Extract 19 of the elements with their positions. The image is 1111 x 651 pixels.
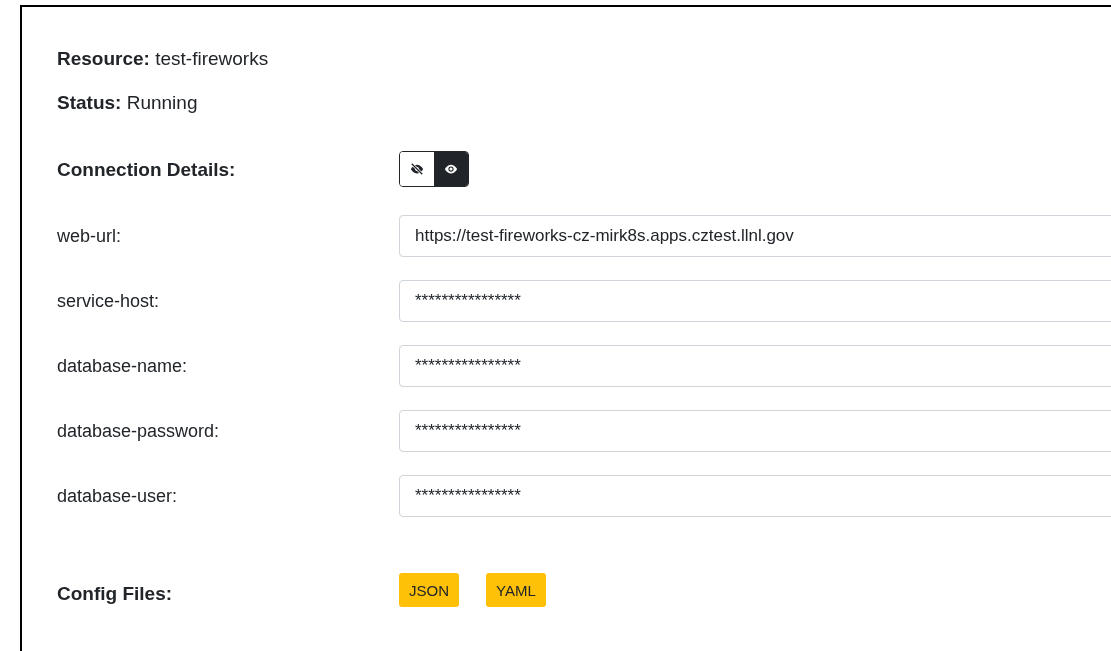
field-label: web-url: — [57, 225, 123, 247]
field-label: database-name: — [57, 355, 189, 377]
eye-icon — [444, 162, 458, 176]
show-button[interactable] — [434, 152, 468, 186]
section-heading: Config Files: — [57, 583, 174, 605]
section-heading: Connection Details: — [57, 159, 237, 181]
eye-slash-icon — [410, 162, 424, 176]
input-field[interactable]: **************** — [399, 410, 1111, 452]
resource-line: Resource: test-fireworks — [57, 47, 270, 71]
download-button[interactable]: YAML — [486, 573, 546, 607]
field-label: service-host: — [57, 290, 161, 312]
input-field[interactable]: **************** — [399, 345, 1111, 387]
field-label: database-password: — [57, 420, 221, 442]
status-line: Status: Running — [57, 91, 199, 115]
input-field[interactable]: https://test-fireworks-cz-mirk8s.apps.cztest.llnl.gov — [399, 215, 1111, 257]
field-label: database-user: — [57, 485, 179, 507]
download-button[interactable]: JSON — [399, 573, 459, 607]
input-field[interactable]: **************** — [399, 475, 1111, 517]
input-field[interactable]: **************** — [399, 280, 1111, 322]
